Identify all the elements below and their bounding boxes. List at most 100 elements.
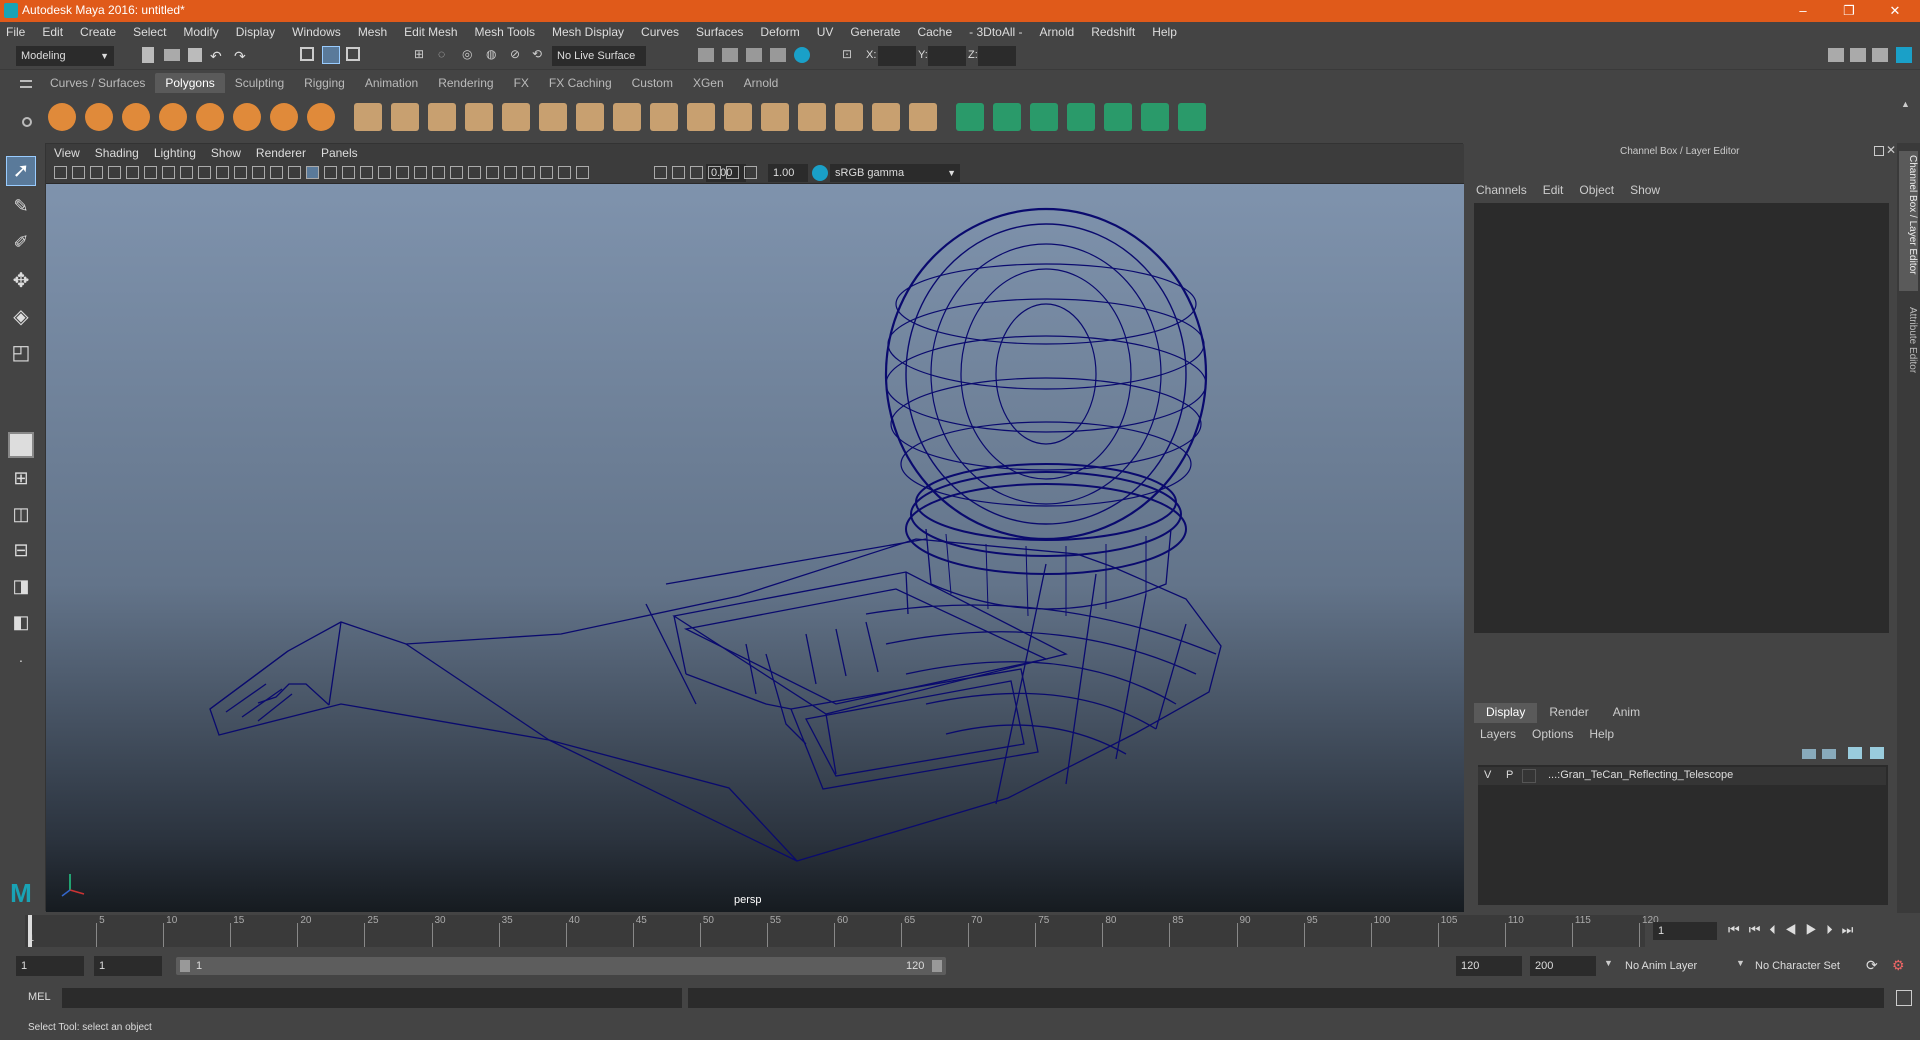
viewport-tool-30-icon[interactable]: [576, 166, 589, 179]
shelf-tab-rendering[interactable]: Rendering: [428, 73, 503, 93]
layer-row[interactable]: V P ...:Gran_TeCan_Reflecting_Telescope: [1478, 767, 1886, 785]
menuset-dropdown[interactable]: Modeling ▼: [16, 46, 114, 66]
paint-select-icon[interactable]: ✐: [8, 232, 34, 258]
channel-box-side-tab[interactable]: Channel Box / Layer Editor: [1899, 151, 1918, 291]
menu-mesh-display[interactable]: Mesh Display: [552, 25, 624, 39]
channel-menu-edit[interactable]: Edit: [1543, 183, 1564, 201]
planar-uv-icon[interactable]: [1030, 103, 1058, 131]
chevron-down-icon[interactable]: ▼: [1604, 958, 1613, 968]
menu-edit-mesh[interactable]: Edit Mesh: [404, 25, 457, 39]
shelf-tab-sculpting[interactable]: Sculpting: [225, 73, 294, 93]
move-tool-icon[interactable]: ✥: [8, 268, 34, 294]
playback-end-field[interactable]: 120: [1456, 956, 1522, 976]
shelf-menu-icon[interactable]: [20, 80, 32, 88]
layer-tab-render[interactable]: Render: [1537, 703, 1600, 723]
two-side-view-icon[interactable]: ◫: [8, 504, 34, 530]
menu-surfaces[interactable]: Surfaces: [696, 25, 743, 39]
viewport-tool-24-icon[interactable]: [468, 166, 481, 179]
save-scene-icon[interactable]: [188, 48, 202, 62]
combine-icon[interactable]: [354, 103, 382, 131]
time-slider[interactable]: 1 5 10 15 20 25 30 35 40 45 50 55 60 65 70 75 80 85 90 95 1…: [25, 915, 1659, 947]
outliner-view-icon[interactable]: ◨: [8, 576, 34, 602]
channel-menu-object[interactable]: Object: [1579, 183, 1614, 201]
render-view-icon[interactable]: [698, 48, 714, 62]
scene-3d-view[interactable]: persp: [46, 184, 1464, 912]
viewport-tool-28-icon[interactable]: [540, 166, 553, 179]
x-field[interactable]: [878, 46, 916, 66]
menu-uv[interactable]: UV: [817, 25, 834, 39]
pyramid-icon[interactable]: [270, 103, 298, 131]
menu-3dtoall[interactable]: - 3DtoAll -: [969, 25, 1022, 39]
viewport-menu-view[interactable]: View: [54, 146, 80, 160]
shelf-settings-icon[interactable]: [22, 117, 32, 127]
anim-layer-dropdown[interactable]: No Anim Layer: [1620, 956, 1738, 976]
shelf-tab-arnold[interactable]: Arnold: [734, 73, 789, 93]
four-view-icon[interactable]: ⊞: [8, 468, 34, 494]
shelf-tab-animation[interactable]: Animation: [355, 73, 428, 93]
channel-menu-channels[interactable]: Channels: [1476, 183, 1527, 201]
layer-menu-help[interactable]: Help: [1589, 727, 1614, 743]
viewport-tool-19-icon[interactable]: [378, 166, 391, 179]
lasso-tool-icon[interactable]: ✎: [8, 196, 34, 222]
viewport-tool-35-icon[interactable]: [726, 166, 739, 179]
torus-icon[interactable]: [233, 103, 261, 131]
snap-surface-icon[interactable]: ⊘: [510, 47, 528, 65]
layer-move-up-icon[interactable]: [1848, 747, 1862, 759]
viewport-menu-lighting[interactable]: Lighting: [154, 146, 196, 160]
viewport-tool-33-icon[interactable]: [690, 166, 703, 179]
maximize-button[interactable]: ❐: [1826, 0, 1872, 22]
viewport-tool-11-icon[interactable]: [234, 166, 247, 179]
viewport-panel[interactable]: View Shading Lighting Show Renderer Panels 0.…: [45, 143, 1464, 912]
auto-uv-icon[interactable]: [1067, 103, 1095, 131]
layer-move-down-icon[interactable]: [1870, 747, 1884, 759]
close-panel-icon[interactable]: ✕: [1886, 143, 1896, 157]
menu-mesh[interactable]: Mesh: [358, 25, 387, 39]
hypershade-icon[interactable]: [794, 47, 810, 63]
viewport-tool-17-icon[interactable]: [342, 166, 355, 179]
viewport-tool-1-icon[interactable]: [54, 166, 67, 179]
layer-tab-anim[interactable]: Anim: [1601, 703, 1652, 723]
float-panel-icon[interactable]: [1874, 146, 1884, 156]
layer-new-icon[interactable]: [1802, 749, 1816, 759]
viewport-tool-25-icon[interactable]: [486, 166, 499, 179]
viewport-tool-14-icon[interactable]: [288, 166, 301, 179]
viewport-tool-27-icon[interactable]: [522, 166, 535, 179]
target-weld-icon[interactable]: [761, 103, 789, 131]
layer-color-swatch[interactable]: [1522, 769, 1536, 783]
snap-view-icon[interactable]: ◍: [486, 47, 504, 65]
viewport-tool-36-icon[interactable]: [744, 166, 757, 179]
channel-list-area[interactable]: [1474, 203, 1889, 633]
play-back-icon[interactable]: ◀: [1785, 922, 1806, 937]
sphere-icon[interactable]: [48, 103, 76, 131]
shelf-tab-polygons[interactable]: Polygons: [155, 73, 225, 93]
mirror-icon[interactable]: [539, 103, 567, 131]
colorspace-dropdown[interactable]: sRGB gamma ▼: [830, 164, 960, 182]
extrude-icon[interactable]: [613, 103, 641, 131]
viewport-tool-34-icon[interactable]: [708, 166, 721, 179]
menu-generate[interactable]: Generate: [850, 25, 900, 39]
toggle-channelbox-icon[interactable]: [1896, 47, 1912, 63]
menu-mesh-tools[interactable]: Mesh Tools: [475, 25, 535, 39]
range-handle-right[interactable]: [932, 960, 942, 972]
snap-curve-icon[interactable]: ◌: [438, 47, 456, 65]
preferences-icon[interactable]: ⚙: [1892, 957, 1905, 974]
viewport-tool-31-icon[interactable]: [654, 166, 667, 179]
new-scene-icon[interactable]: [142, 47, 154, 63]
bridge-icon[interactable]: [576, 103, 604, 131]
viewport-tool-20-icon[interactable]: [396, 166, 409, 179]
viewport-tool-15-icon[interactable]: [306, 166, 319, 179]
redo-icon[interactable]: ↷: [234, 48, 252, 66]
viewport-tool-6-icon[interactable]: [144, 166, 157, 179]
viewport-menu-show[interactable]: Show: [211, 146, 241, 160]
viewport-tool-29-icon[interactable]: [558, 166, 571, 179]
bevel-icon[interactable]: [650, 103, 678, 131]
layer-new-selected-icon[interactable]: [1822, 749, 1836, 759]
minimize-button[interactable]: –: [1780, 0, 1826, 22]
make-live-icon[interactable]: ⟲: [532, 47, 550, 65]
viewport-menu-shading[interactable]: Shading: [95, 146, 139, 160]
step-forward-frame-icon[interactable]: ⏵: [1826, 922, 1842, 937]
plane-icon[interactable]: [196, 103, 224, 131]
viewport-tool-8-icon[interactable]: [180, 166, 193, 179]
select-hierarchy-icon[interactable]: [300, 47, 314, 61]
snap-point-icon[interactable]: ◎: [462, 47, 480, 65]
